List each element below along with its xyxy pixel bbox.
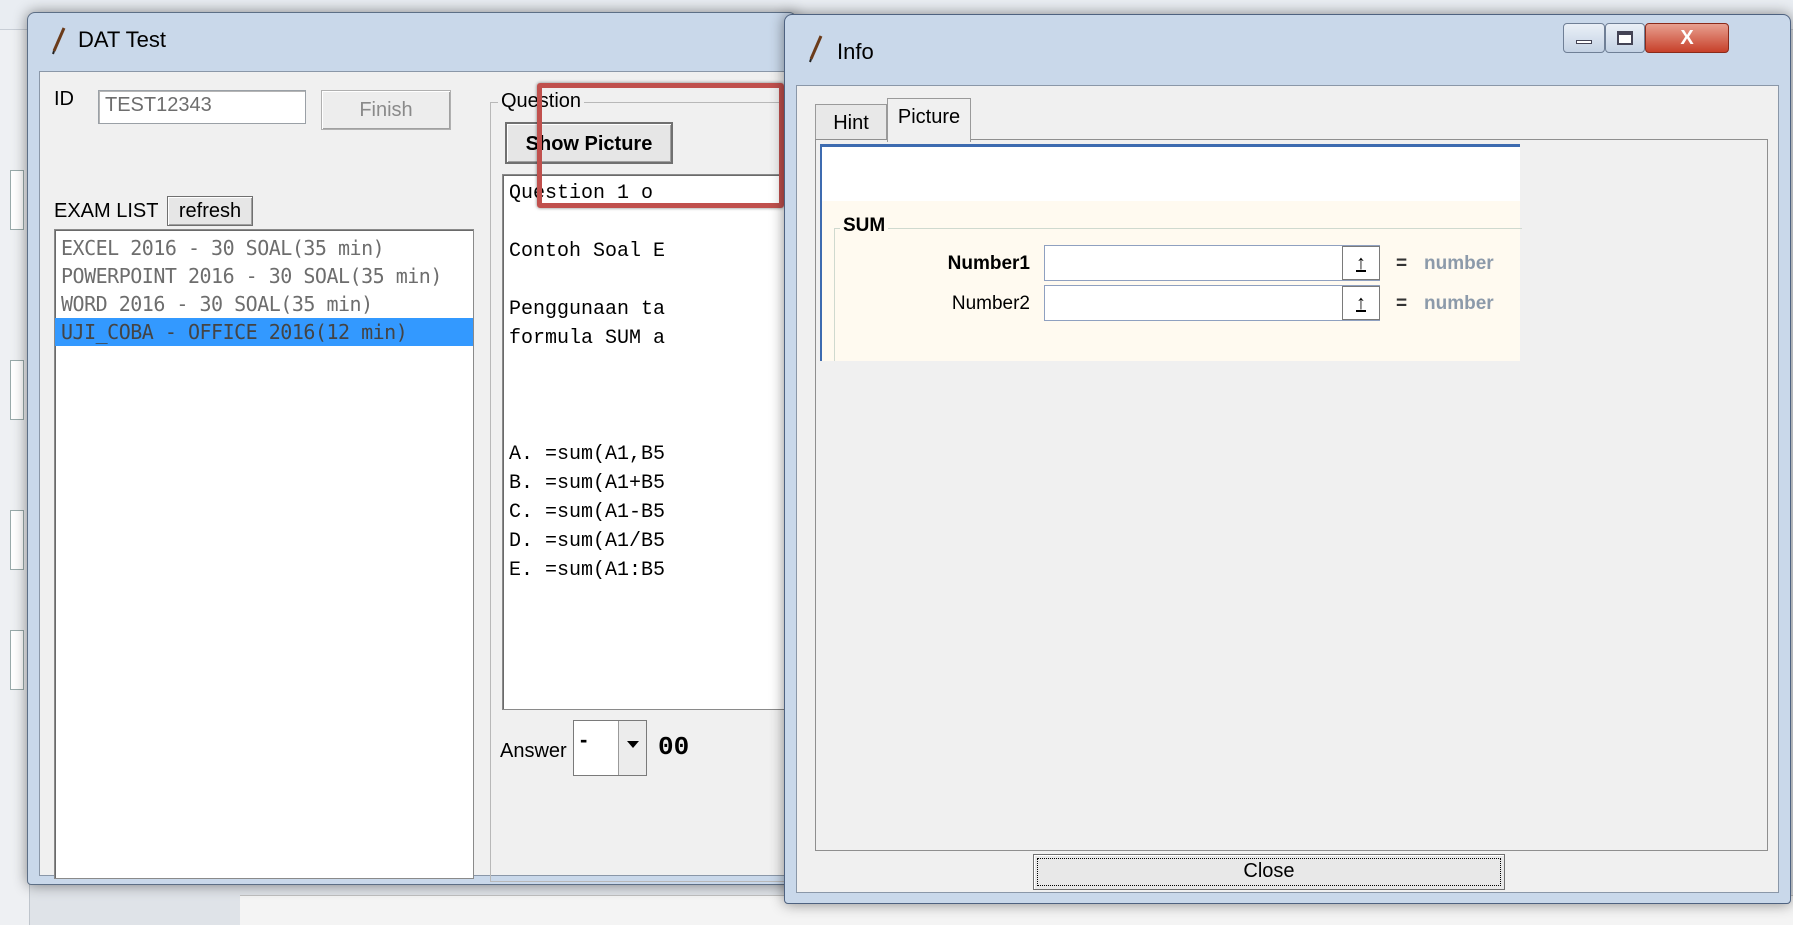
finish-button[interactable]: Finish [321,90,451,130]
number2-label: Number2 [951,293,1030,314]
number2-hint: number [1424,293,1494,314]
number1-hint: number [1424,253,1494,274]
picture-image-top [820,144,1520,201]
sum-label: SUM [840,215,889,237]
list-item-selected[interactable]: UJI_COBA - OFFICE 2016(12 min) [55,318,473,346]
answer-label: Answer [500,740,567,762]
window-title: Info [837,39,874,64]
pen-icon [52,27,66,55]
dat-titlebar[interactable]: DAT Test [28,13,796,69]
info-client-area: Hint Picture SUM Number1 ↑ = number Numb… [796,85,1779,893]
list-item[interactable]: WORD 2016 - 30 SOAL(35 min) [55,290,473,318]
equals-sign: = [1396,253,1408,274]
chevron-down-icon[interactable] [618,721,646,775]
close-button-label: Close [1243,860,1295,882]
picture-image: SUM Number1 ↑ = number Number2 ↑ = numbe… [820,201,1522,361]
timer-text: 00 [658,732,690,762]
maximize-button[interactable] [1605,23,1645,53]
answer-select[interactable]: - [573,720,647,776]
exam-list-label: EXAM LIST [54,200,159,222]
window-controls: X [1563,23,1783,53]
arrow-up-icon: ↑ [1342,246,1380,280]
list-item[interactable]: EXCEL 2016 - 30 SOAL(35 min) [55,234,473,262]
arrow-up-icon: ↑ [1342,286,1380,320]
close-icon: X [1680,27,1694,49]
refresh-button[interactable]: refresh [167,196,253,226]
minimize-icon [1576,40,1592,44]
id-label: ID [54,88,74,110]
highlight-box [537,83,784,208]
maximize-icon [1617,31,1633,45]
id-input[interactable]: TEST12343 [98,90,306,124]
answer-value: - [580,727,588,752]
question-text: Question 1 o Contoh Soal E Penggunaan ta… [502,174,792,710]
info-titlebar[interactable]: Info X [785,15,1790,71]
list-item[interactable]: POWERPOINT 2016 - 30 SOAL(35 min) [55,262,473,290]
close-button[interactable]: Close [1033,854,1505,890]
info-window: Info X Hint Picture SUM Number1 ↑ = numb… [784,14,1791,904]
tab-hint[interactable]: Hint [815,104,887,140]
equals-sign: = [1396,293,1408,314]
pen-icon [809,35,823,63]
tab-picture[interactable]: Picture [887,98,971,142]
number2-input: ↑ [1044,285,1380,321]
background-sidebar [0,30,30,925]
exam-listbox[interactable]: EXCEL 2016 - 30 SOAL(35 min) POWERPOINT … [54,229,474,879]
number1-input: ↑ [1044,245,1380,281]
window-title: DAT Test [78,27,167,52]
close-window-button[interactable]: X [1645,23,1729,53]
minimize-button[interactable] [1563,23,1605,53]
number1-label: Number1 [947,253,1030,274]
picture-panel: SUM Number1 ↑ = number Number2 ↑ = numbe… [815,139,1768,851]
